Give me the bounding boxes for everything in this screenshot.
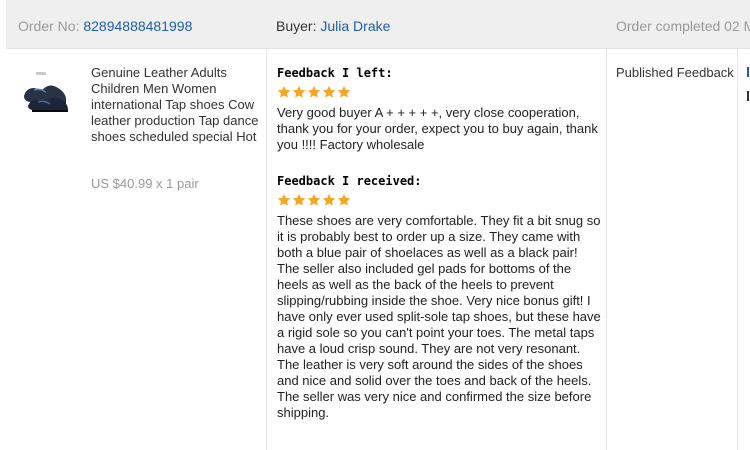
order-header: Order No: 82894888481998 Buyer: Julia Dr…	[6, 0, 750, 49]
action-link-clipped[interactable]	[746, 66, 750, 81]
product-title-link[interactable]: Genuine Leather Adults Children Men Wome…	[91, 65, 261, 145]
product-price: US $40.99 x 1 pair	[91, 176, 199, 191]
feedback-left-section: Feedback I left: Very good buyer A + + +…	[277, 66, 601, 153]
feedback-received-rating	[277, 193, 601, 209]
star-icon	[322, 193, 336, 206]
star-icon	[292, 193, 306, 206]
feedback-left-heading: Feedback I left:	[277, 66, 393, 80]
published-feedback-status: Published Feedback	[616, 65, 734, 80]
feedback-received-text: These shoes are very comfortable. They f…	[277, 213, 601, 420]
action-text-clipped	[746, 90, 750, 105]
star-icon	[337, 85, 351, 98]
star-icon	[307, 193, 321, 206]
order-number-link[interactable]: 82894888481998	[83, 18, 192, 34]
column-divider	[606, 48, 607, 450]
star-icon	[337, 193, 351, 206]
tap-shoe-icon	[24, 72, 68, 112]
buyer-field: Buyer: Julia Drake	[276, 18, 390, 34]
feedback-received-heading: Feedback I received:	[277, 174, 422, 188]
star-icon	[322, 85, 336, 98]
order-label: Order No:	[18, 18, 84, 34]
buyer-label: Buyer:	[276, 18, 321, 34]
star-icon	[277, 193, 291, 206]
feedback-received-section: Feedback I received: These shoes are ver…	[277, 174, 601, 421]
column-divider	[737, 48, 738, 450]
feedback-left-rating	[277, 85, 601, 101]
star-icon	[307, 85, 321, 98]
order-status-text: Order completed 02 M	[616, 18, 750, 34]
column-divider	[266, 48, 267, 450]
feedback-left-text: Very good buyer A + + + + +, very close …	[277, 105, 598, 152]
product-image[interactable]	[20, 66, 72, 118]
order-number-field: Order No: 82894888481998	[18, 18, 192, 34]
star-icon	[292, 85, 306, 98]
clipped-link-glyph-icon	[747, 67, 749, 77]
buyer-name-link[interactable]: Julia Drake	[320, 18, 390, 34]
star-icon	[277, 85, 291, 98]
clipped-text-glyph-icon	[747, 91, 749, 101]
